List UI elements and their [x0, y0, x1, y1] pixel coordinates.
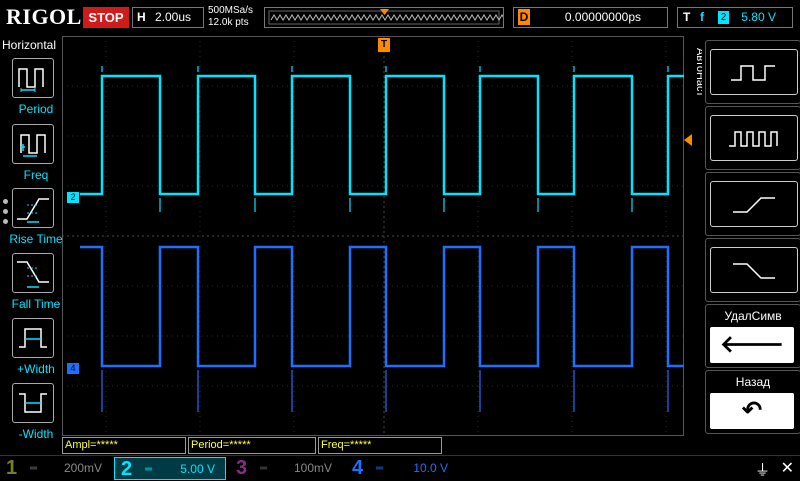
trigger-box[interactable]: T f 2 5.80 V [677, 7, 793, 28]
measure-fall-time-button[interactable]: Fall Time [8, 253, 64, 315]
measure-period-button[interactable]: Period [8, 58, 64, 120]
menu-title: Horizontal [2, 38, 57, 52]
ampl-measurement[interactable]: Ampl=***** [62, 437, 186, 454]
fall-time-label: Fall Time [11, 297, 61, 311]
auto-rising-edge-button[interactable] [705, 172, 800, 236]
trigger-position-marker[interactable]: T [378, 38, 390, 52]
ch4-status[interactable]: 4 ═ 10.0 V [346, 457, 458, 480]
ch4-trace [80, 245, 684, 368]
measure-freq-button[interactable]: Freq [8, 124, 64, 186]
ch2-scale: 5.00 V [180, 462, 215, 476]
period-label: Period [18, 102, 54, 116]
plus-width-icon [12, 318, 54, 358]
trigger-source-badge: 2 [718, 11, 729, 24]
ch2-coupling-icon: ═ [145, 464, 153, 475]
delete-char-button[interactable]: УдалСимв 🡐 [705, 304, 800, 368]
auto-falling-edge-button[interactable] [705, 238, 800, 302]
usb-icon: ⏚ [754, 462, 770, 479]
ch2-status[interactable]: 2 ═ 5.00 V [114, 457, 226, 480]
undo-icon: ↶ [710, 393, 794, 429]
auto-setup-title-text: АвтоНаст [694, 48, 702, 97]
period-measurement[interactable]: Period=***** [188, 437, 316, 454]
timebase-box[interactable]: H 2.00us [132, 7, 204, 28]
falling-edge-icon [710, 247, 798, 293]
measure-rise-time-button[interactable]: Rise Time [8, 188, 64, 250]
ch2-trace [80, 74, 684, 196]
horizontal-label: H [137, 10, 146, 24]
run-stop-status[interactable]: STOP [83, 7, 129, 28]
ch2-offset-marker[interactable]: 2 [67, 192, 79, 203]
ch4-offset-marker[interactable]: 4 [67, 363, 79, 374]
top-status-bar: RIGOL STOP H 2.00us 500MSa/s 12.0k pts D… [0, 0, 800, 36]
delay-box[interactable]: D 0.00000000ps [513, 7, 668, 28]
rise-time-icon [12, 188, 54, 228]
back-arrow-icon: 🡐 [710, 327, 794, 363]
ch1-coupling-icon: ═ [30, 463, 38, 474]
waveform-display[interactable]: 2 4 T [62, 36, 692, 436]
rise-time-label: Rise Time [9, 232, 63, 246]
trigger-label: T [683, 10, 691, 24]
ch4-scale: 10.0 V [413, 461, 448, 475]
speaker-muted-icon[interactable]: ✕ [781, 458, 794, 478]
timebase-value: 2.00us [155, 10, 192, 24]
plus-width-label: +Width [17, 362, 55, 376]
multi-pulse-icon [710, 115, 798, 161]
ch4-coupling-icon: ═ [376, 463, 384, 474]
horizontal-measure-menu: Horizontal Period Freq Rise Time Fall Ti… [0, 36, 64, 454]
auto-setup-menu: УдалСимв 🡐 Назад ↶ [702, 36, 800, 454]
ch1-number: 1 [6, 457, 18, 479]
channel-status-bar: 1 ═ 200mV 2 ═ 5.00 V 3 ═ 100mV 4 ═ 10.0 … [0, 455, 800, 481]
auto-single-pulse-button[interactable] [705, 40, 800, 104]
measure-plus-width-button[interactable]: +Width [8, 318, 64, 380]
rising-edge-icon [710, 181, 798, 227]
period-icon [12, 58, 54, 98]
fall-time-icon [12, 253, 54, 293]
freq-label: Freq [23, 168, 49, 182]
memory-depth: 12.0k pts [208, 17, 249, 28]
measurement-bar: Ampl=***** Period=***** Freq=***** [62, 437, 684, 455]
delay-label: D [518, 9, 530, 25]
delete-char-label: УдалСимв [724, 309, 782, 323]
center-axes [62, 36, 684, 436]
freq-measurement[interactable]: Freq=***** [318, 437, 442, 454]
ch3-coupling-icon: ═ [260, 463, 268, 474]
freq-icon [12, 124, 54, 164]
ch1-scale: 200mV [63, 461, 102, 475]
memory-overview-waveform [268, 9, 512, 25]
sample-rate: 500MSa/s [208, 5, 254, 16]
rigol-logo: RIGOL [6, 4, 82, 29]
back-button[interactable]: Назад ↶ [705, 370, 800, 434]
single-pulse-icon [710, 49, 798, 95]
minus-width-label: -Width [18, 427, 54, 441]
back-label: Назад [735, 375, 771, 389]
ch3-status[interactable]: 3 ═ 100mV [230, 457, 342, 480]
ch4-number: 4 [352, 457, 364, 479]
ch3-scale: 100mV [293, 461, 332, 475]
acquisition-info: 500MSa/s 12.0k pts [208, 5, 253, 29]
memory-overview[interactable] [264, 7, 512, 28]
auto-setup-title: АвтоНаст [684, 44, 706, 124]
trigger-level: 5.80 V [741, 10, 776, 24]
ch3-number: 3 [236, 457, 248, 479]
measure-minus-width-button[interactable]: -Width [8, 383, 64, 445]
trigger-level-marker[interactable] [684, 134, 692, 146]
ch1-status[interactable]: 1 ═ 200mV [0, 457, 112, 480]
auto-multi-pulse-button[interactable] [705, 106, 800, 170]
falling-edge-icon: f [700, 10, 704, 24]
waveform-grid-svg [62, 36, 684, 436]
ch2-number: 2 [121, 458, 133, 480]
minus-width-icon [12, 383, 54, 423]
delay-value: 0.00000000ps [564, 10, 641, 24]
